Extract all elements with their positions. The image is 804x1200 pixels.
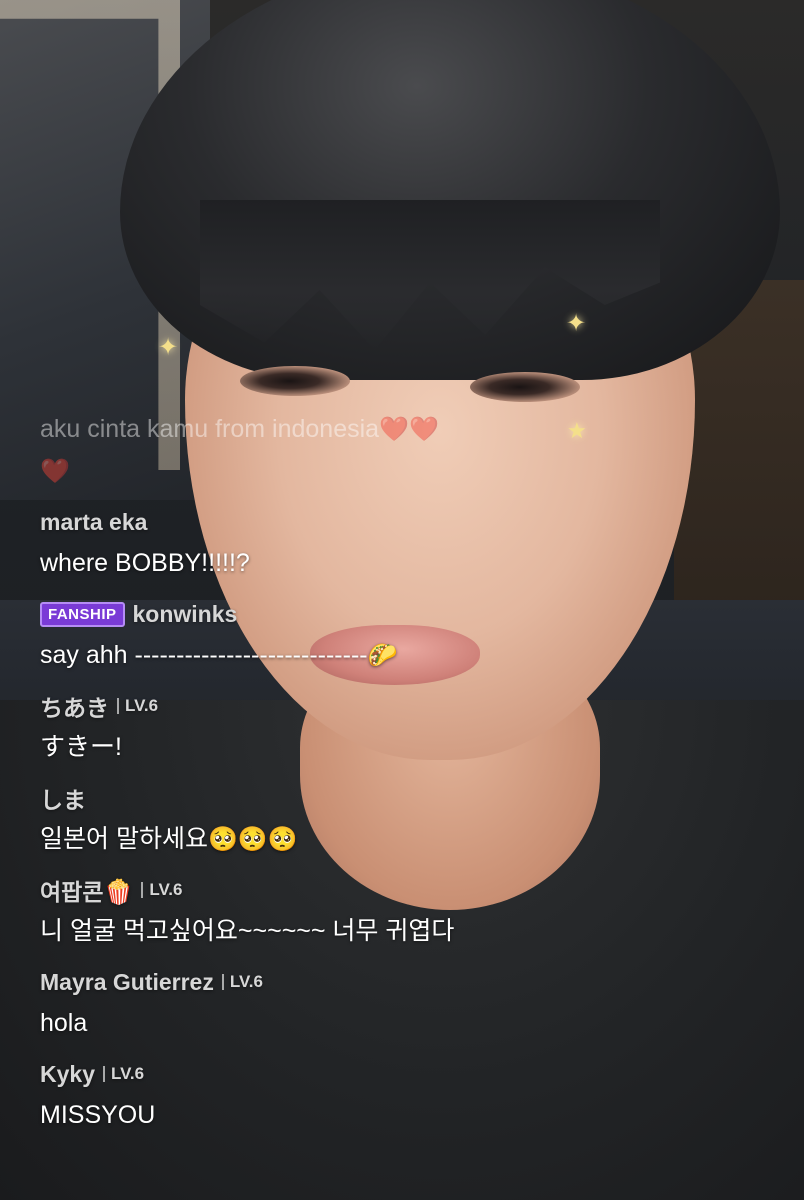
chat-message: ちあき LV.6 すきー! xyxy=(40,686,560,768)
chat-username[interactable]: konwinks xyxy=(133,601,238,628)
chat-message: marta eka where BOBBY!!!!!? xyxy=(40,502,560,584)
chat-message-text: すきー! xyxy=(40,733,122,761)
chat-username[interactable]: marta eka xyxy=(40,509,147,536)
taco-emoji: 🌮 xyxy=(367,641,398,669)
heart-emoji: ❤️❤️ xyxy=(379,415,439,443)
chat-message-text: aku cinta kamu from indonesia❤️❤️ ❤️ xyxy=(40,408,560,492)
chat-message-text: 니 얼굴 먹고싶어요~~~~~~ 너무 귀엽다 xyxy=(40,917,455,945)
streamer-right-eye xyxy=(470,372,580,402)
heart-emoji: ❤️ xyxy=(40,457,70,485)
user-level-badge: LV.6 xyxy=(103,1064,144,1084)
chat-message-body: aku cinta kamu from indonesia xyxy=(40,415,380,443)
chat-message-header: 여팝콘🍿 LV.6 xyxy=(40,870,560,910)
user-level-badge: LV.6 xyxy=(141,880,182,900)
fanship-badge: FANSHIP xyxy=(40,601,125,627)
star-icon: ★ xyxy=(567,418,587,443)
user-level-badge: LV.6 xyxy=(222,972,263,992)
popcorn-emoji: 🍿 xyxy=(103,878,134,906)
chat-message: 여팝콘🍿 LV.6 니 얼굴 먹고싶어요~~~~~~ 너무 귀엽다 xyxy=(40,870,560,952)
chat-message: しま 일본어 말하세요🥺🥺🥺 xyxy=(40,778,560,860)
chat-message-header: marta eka xyxy=(40,502,560,542)
chat-username-text: 여팝콘 xyxy=(40,879,104,905)
sparkle-icon: ✦ xyxy=(566,310,587,337)
chat-message-header: Mayra Gutierrez LV.6 xyxy=(40,962,560,1002)
chat-message-body: say ahh ---------------------------- xyxy=(40,641,368,669)
chat-message-text: say ahh ----------------------------🌮 xyxy=(40,634,560,676)
chat-username[interactable]: しま xyxy=(40,781,86,815)
chat-username[interactable]: Kyky xyxy=(40,1061,95,1088)
chat-message-header: Kyky LV.6 xyxy=(40,1054,560,1094)
chat-message-text: 일본어 말하세요🥺🥺🥺 xyxy=(40,818,560,860)
chat-message-header: しま xyxy=(40,778,560,818)
chat-message-body: 일본어 말하세요 xyxy=(40,825,208,853)
chat-message-text: MISSYOU xyxy=(40,1101,156,1129)
chat-username[interactable]: Mayra Gutierrez xyxy=(40,969,214,996)
live-chat-list[interactable]: aku cinta kamu from indonesia❤️❤️ ❤️ mar… xyxy=(40,408,560,1136)
chat-message: Kyky LV.6 MISSYOU xyxy=(40,1054,560,1136)
streamer-hair xyxy=(120,0,780,380)
chat-username[interactable]: ちあき xyxy=(40,689,109,723)
chat-message: aku cinta kamu from indonesia❤️❤️ ❤️ xyxy=(40,408,560,492)
chat-message-text: hola xyxy=(40,1009,88,1037)
chat-message-header: ちあき LV.6 xyxy=(40,686,560,726)
user-level-badge: LV.6 xyxy=(117,696,158,716)
chat-message-header: FANSHIP konwinks xyxy=(40,594,560,634)
pleading-face-emoji: 🥺🥺🥺 xyxy=(207,825,298,853)
chat-message: Mayra Gutierrez LV.6 hola xyxy=(40,962,560,1044)
sparkle-icon: ✦ xyxy=(158,334,179,361)
chat-message-text: where BOBBY!!!!!? xyxy=(40,549,250,577)
live-stream-screen: ✦ ✦ ★ aku cinta kamu from indonesia❤️❤️ … xyxy=(0,0,804,1200)
streamer-left-eye xyxy=(240,366,350,396)
chat-message: FANSHIP konwinks say ahh ---------------… xyxy=(40,594,560,676)
chat-username[interactable]: 여팝콘🍿 xyxy=(40,873,133,907)
